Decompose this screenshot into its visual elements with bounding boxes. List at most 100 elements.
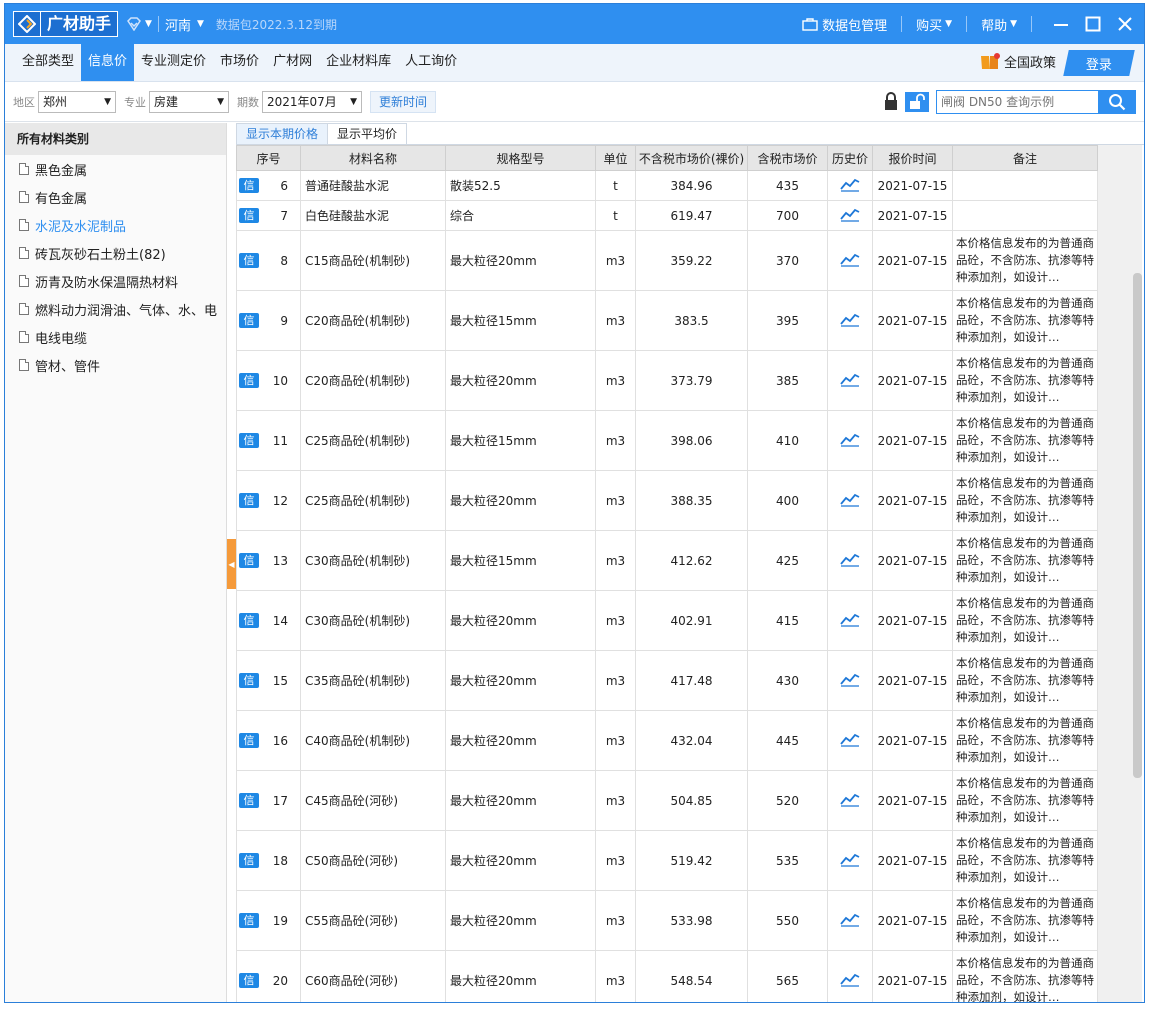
- info-badge[interactable]: 信: [239, 433, 259, 448]
- tab-manual-inquiry[interactable]: 人工询价: [398, 43, 464, 81]
- help-menu[interactable]: 帮助 ▼: [981, 15, 1017, 34]
- col-header[interactable]: 不含税市场价(裸价): [635, 145, 748, 171]
- sidebar-item[interactable]: 沥青及防水保温隔热材料: [5, 267, 226, 295]
- app-window: 广材助手 ▼ 河南 ▼ 数据包2022.3.12到期 数据包管理 购买 ▼ 帮助: [4, 3, 1145, 1003]
- tab-info-price[interactable]: 信息价: [81, 43, 135, 81]
- vertical-scrollbar[interactable]: [1133, 273, 1142, 778]
- vip-menu[interactable]: ▼: [126, 17, 152, 31]
- login-button[interactable]: 登录: [1063, 50, 1135, 76]
- tab-current-price[interactable]: 显示本期价格: [236, 123, 329, 144]
- table-row[interactable]: 信 20 C60商品砼(河砂) 最大粒径20mm m3 548.54 565 2021-07-…: [236, 950, 1142, 1002]
- table-row[interactable]: 信 6 普通硅酸盐水泥 散装52.5 t 384.96 435 2021-07-15: [236, 170, 1142, 201]
- info-badge[interactable]: 信: [239, 853, 259, 868]
- info-badge[interactable]: 信: [239, 493, 259, 508]
- table-row[interactable]: 信 12 C25商品砼(机制砂) 最大粒径20mm m3 388.35 400 2021-07…: [236, 470, 1142, 531]
- national-policy-button[interactable]: 全国政策: [980, 52, 1056, 71]
- history-price-cell: [827, 470, 873, 531]
- row-spacer: [1097, 950, 1142, 1002]
- table-row[interactable]: 信 9 C20商品砼(机制砂) 最大粒径15mm m3 383.5 395 2021-07-1…: [236, 290, 1142, 351]
- col-header[interactable]: 规格型号: [445, 145, 596, 171]
- info-badge[interactable]: 信: [239, 208, 259, 223]
- update-time-button[interactable]: 更新时间: [370, 90, 437, 113]
- line-chart-icon[interactable]: [840, 313, 860, 330]
- major-select[interactable]: 房建 ▼: [149, 90, 229, 113]
- region-select[interactable]: 河南 ▼: [165, 15, 204, 34]
- sidebar-item[interactable]: 黑色金属: [5, 155, 226, 183]
- tab-market-price[interactable]: 市场价: [213, 43, 266, 81]
- line-chart-icon[interactable]: [840, 913, 860, 930]
- tab-all-types[interactable]: 全部类型: [15, 43, 81, 81]
- col-header[interactable]: 报价时间: [872, 145, 953, 171]
- area-select[interactable]: 郑州 ▼: [38, 90, 116, 113]
- minimize-button[interactable]: [1052, 15, 1070, 33]
- line-chart-icon[interactable]: [840, 733, 860, 750]
- maximize-button[interactable]: [1084, 15, 1102, 33]
- table-row[interactable]: 信 11 C25商品砼(机制砂) 最大粒径15mm m3 398.06 410 2021-07…: [236, 410, 1142, 471]
- material-name-cell: C55商品砼(河砂): [300, 890, 446, 951]
- table-row[interactable]: 信 13 C30商品砼(机制砂) 最大粒径15mm m3 412.62 425 2021-07…: [236, 530, 1142, 591]
- info-badge[interactable]: 信: [239, 178, 259, 193]
- search-input[interactable]: [937, 91, 1097, 113]
- col-header[interactable]: 单位: [595, 145, 636, 171]
- info-badge[interactable]: 信: [239, 973, 259, 988]
- line-chart-icon[interactable]: [840, 208, 860, 225]
- sidebar-item[interactable]: 水泥及水泥制品: [5, 211, 226, 239]
- table-row[interactable]: 信 8 C15商品砼(机制砂) 最大粒径20mm m3 359.22 370 2021-07-…: [236, 230, 1142, 291]
- col-header[interactable]: 材料名称: [300, 145, 446, 171]
- table-row[interactable]: 信 14 C30商品砼(机制砂) 最大粒径20mm m3 402.91 415 2021-07…: [236, 590, 1142, 651]
- tab-gcw[interactable]: 广材网: [266, 43, 319, 81]
- info-badge[interactable]: 信: [239, 253, 259, 268]
- info-badge[interactable]: 信: [239, 733, 259, 748]
- buy-menu[interactable]: 购买 ▼: [916, 15, 952, 34]
- info-badge[interactable]: 信: [239, 673, 259, 688]
- tab-enterprise-library[interactable]: 企业材料库: [319, 43, 398, 81]
- info-badge[interactable]: 信: [239, 913, 259, 928]
- info-badge[interactable]: 信: [239, 373, 259, 388]
- col-header[interactable]: 序号: [236, 145, 301, 171]
- tab-average-price[interactable]: 显示平均价: [327, 123, 408, 144]
- line-chart-icon[interactable]: [840, 613, 860, 630]
- app-logo[interactable]: 广材助手: [13, 11, 119, 37]
- table-row[interactable]: 信 7 白色硅酸盐水泥 综合 t 619.47 700 2021-07-15: [236, 200, 1142, 231]
- line-chart-icon[interactable]: [840, 793, 860, 810]
- table-body: 信 6 普通硅酸盐水泥 散装52.5 t 384.96 435 2021-07-15 信 7 白色硅…: [236, 170, 1142, 1002]
- line-chart-icon[interactable]: [840, 493, 860, 510]
- line-chart-icon[interactable]: [840, 253, 860, 270]
- col-header[interactable]: 含税市场价: [747, 145, 828, 171]
- table-row[interactable]: 信 18 C50商品砼(河砂) 最大粒径20mm m3 519.42 535 2021-07-…: [236, 830, 1142, 891]
- sidebar-item[interactable]: 砖瓦灰砂石土粉土(82): [5, 239, 226, 267]
- info-badge[interactable]: 信: [239, 793, 259, 808]
- info-badge[interactable]: 信: [239, 613, 259, 628]
- table-row[interactable]: 信 15 C35商品砼(机制砂) 最大粒径20mm m3 417.48 430 2021-07…: [236, 650, 1142, 711]
- table-row[interactable]: 信 17 C45商品砼(河砂) 最大粒径20mm m3 504.85 520 2021-07-…: [236, 770, 1142, 831]
- lock-icon[interactable]: [882, 91, 900, 111]
- table-row[interactable]: 信 19 C55商品砼(河砂) 最大粒径20mm m3 533.98 550 2021-07-…: [236, 890, 1142, 951]
- line-chart-icon[interactable]: [840, 373, 860, 390]
- package-manage-button[interactable]: 数据包管理: [802, 15, 887, 34]
- sidebar-item[interactable]: 电线电缆: [5, 323, 226, 351]
- line-chart-icon[interactable]: [840, 178, 860, 195]
- sidebar-item[interactable]: 有色金属: [5, 183, 226, 211]
- period-select[interactable]: 2021年07月 ▼: [262, 90, 362, 113]
- unlock-icon[interactable]: [904, 91, 930, 113]
- col-header[interactable]: 历史价: [827, 145, 873, 171]
- info-badge[interactable]: 信: [239, 553, 259, 568]
- sidebar-item[interactable]: 燃料动力润滑油、气体、水、电: [5, 295, 226, 323]
- sidebar-collapse-handle[interactable]: ◀: [227, 539, 236, 589]
- search-button[interactable]: [1098, 90, 1136, 114]
- line-chart-icon[interactable]: [840, 853, 860, 870]
- seq-cell: 信9: [236, 290, 301, 351]
- material-name-cell: C40商品砼(机制砂): [300, 710, 446, 771]
- line-chart-icon[interactable]: [840, 553, 860, 570]
- line-chart-icon[interactable]: [840, 673, 860, 690]
- table-row[interactable]: 信 10 C20商品砼(机制砂) 最大粒径20mm m3 373.79 385 2021-07…: [236, 350, 1142, 411]
- sidebar-item[interactable]: 管材、管件: [5, 351, 226, 379]
- chevron-down-icon: ▼: [350, 96, 357, 107]
- line-chart-icon[interactable]: [840, 973, 860, 990]
- col-header[interactable]: 备注: [952, 145, 1098, 171]
- tab-professional-price[interactable]: 专业测定价: [134, 43, 213, 81]
- table-row[interactable]: 信 16 C40商品砼(机制砂) 最大粒径20mm m3 432.04 445 2021-07…: [236, 710, 1142, 771]
- close-button[interactable]: [1116, 15, 1134, 33]
- info-badge[interactable]: 信: [239, 313, 259, 328]
- line-chart-icon[interactable]: [840, 433, 860, 450]
